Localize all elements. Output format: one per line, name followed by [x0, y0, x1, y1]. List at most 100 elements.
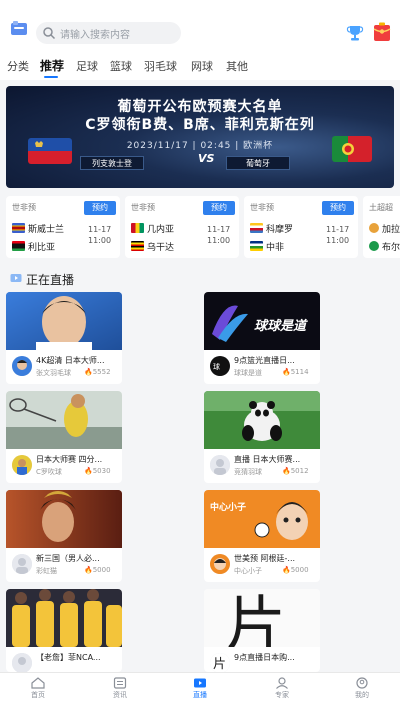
reserve-button[interactable]: 预约 — [84, 201, 116, 215]
galatasaray-badge-icon — [369, 223, 379, 233]
fire-icon: 🔥 — [84, 467, 93, 475]
svg-text:球: 球 — [213, 362, 220, 371]
search-input[interactable]: 请输入搜索内容 — [36, 22, 181, 44]
tab-other[interactable]: 其他 — [226, 58, 248, 74]
home-team: 斯威士兰 — [12, 222, 64, 235]
streamer-avatar[interactable]: 片 — [210, 653, 230, 672]
profile-icon — [356, 677, 368, 689]
nav-live[interactable]: 直播 — [180, 677, 220, 700]
streamer-avatar[interactable] — [210, 554, 230, 574]
fire-icon: 🔥 — [84, 566, 93, 574]
streamer-avatar[interactable] — [12, 455, 32, 475]
banner-vs: VS — [198, 152, 215, 165]
reserve-button[interactable]: 预约 — [203, 201, 235, 215]
streamer-avatar[interactable] — [210, 455, 230, 475]
banner-headline-2: C罗领衔B费、B席、菲利克斯在列 — [85, 117, 315, 133]
category-tabs: 分类 推荐 足球 篮球 羽毛球 网球 其他 — [0, 54, 400, 80]
match-category: 世非预 — [12, 203, 36, 212]
category-grid-icon[interactable] — [10, 20, 28, 36]
stream-thumbnail — [6, 391, 122, 449]
stream-title: 日本大师赛 四分... — [36, 455, 103, 464]
guinea-flag-icon — [131, 223, 144, 233]
stream-title: 9点篮光直播日... — [234, 356, 295, 365]
live-stream-card[interactable]: 球球是道 球 9点篮光直播日... 球球是道 🔥5114 — [204, 292, 320, 384]
nav-expert[interactable]: 专家 — [262, 677, 302, 700]
stream-author: 彩虹猫 — [36, 567, 57, 575]
portugal-flag-icon — [332, 136, 372, 162]
match-category: 世非预 — [131, 203, 155, 212]
live-section-title: 正在直播 — [26, 273, 75, 287]
tab-classify[interactable]: 分类 — [7, 58, 29, 74]
stream-author: C罗吹球 — [36, 468, 62, 476]
live-stream-card[interactable]: 【老詹】菲NCA... — [6, 589, 122, 672]
stream-thumbnail — [6, 589, 122, 647]
stream-title: 4K超清 日本大师... — [36, 356, 105, 365]
away-team: 乌干达 — [131, 240, 174, 253]
central-african-flag-icon — [250, 241, 263, 251]
nav-home[interactable]: 首页 — [18, 677, 58, 700]
streamer-avatar[interactable] — [12, 653, 32, 672]
stream-thumbnail — [6, 292, 122, 350]
search-placeholder: 请输入搜索内容 — [60, 30, 130, 41]
live-tv-icon — [10, 274, 22, 282]
tab-basketball[interactable]: 篮球 — [110, 58, 132, 74]
stream-title: 直播 日本大师赛... — [234, 455, 301, 464]
search-icon — [43, 27, 56, 40]
banner-headline-1: 葡萄开公布欧预赛大名单 — [117, 99, 283, 115]
tab-tennis[interactable]: 网球 — [191, 58, 213, 74]
top-bar: 请输入搜索内容 — [0, 0, 400, 54]
fire-icon: 🔥 — [282, 368, 291, 376]
streamer-avatar[interactable]: 球 — [210, 356, 230, 376]
live-stream-card[interactable]: 新三国（男人必... 彩虹猫 🔥5000 — [6, 490, 122, 582]
stream-heat: 🔥5114 — [282, 368, 309, 376]
away-team: 利比亚 — [12, 240, 55, 253]
active-tab-indicator — [44, 76, 58, 78]
streamer-avatar[interactable] — [12, 356, 32, 376]
news-banner[interactable]: 葡萄开公布欧预赛大名单 C罗领衔B费、B席、菲利克斯在列 2023/11/17 … — [6, 86, 394, 188]
reserve-button[interactable]: 预约 — [322, 201, 354, 215]
liechtenstein-flag-icon — [28, 138, 72, 164]
nav-news[interactable]: 资讯 — [100, 677, 140, 700]
match-category: 世非预 — [250, 203, 274, 212]
uganda-flag-icon — [131, 241, 144, 251]
svg-text:片: 片 — [213, 657, 226, 672]
news-icon — [113, 677, 127, 689]
nav-profile[interactable]: 我的 — [342, 677, 382, 700]
live-stream-card[interactable]: 4K超清 日本大师... 张文羽毛球 🔥5552 — [6, 292, 122, 384]
home-icon — [31, 677, 45, 689]
match-card[interactable]: 世非预 预约 斯威士兰 利比亚 11-17 11:00 — [6, 196, 120, 258]
stream-heat: 🔥5552 — [84, 368, 111, 376]
fire-icon: 🔥 — [282, 566, 291, 574]
streamer-avatar[interactable] — [12, 554, 32, 574]
match-category: 土超超 — [369, 203, 393, 212]
live-stream-card[interactable]: 直播 日本大师赛... 竞猜羽球 🔥5012 — [204, 391, 320, 483]
stream-author: 中心小子 — [234, 567, 262, 575]
stream-thumbnail — [204, 391, 320, 449]
stream-thumbnail: 中心小子 — [204, 490, 320, 548]
live-stream-card[interactable]: 中心小子 世美预 阿根廷-... 中心小子 🔥5000 — [204, 490, 320, 582]
stream-author: 张文羽毛球 — [36, 369, 71, 377]
tab-recommend[interactable]: 推荐 — [40, 57, 64, 74]
match-card[interactable]: 世非预 预约 科摩罗 中非 11-17 11:00 — [244, 196, 358, 258]
red-envelope-icon[interactable] — [373, 22, 391, 42]
stream-thumbnail: 片 — [204, 589, 320, 647]
live-stream-card[interactable]: 片 片 9点直播日本购... — [204, 589, 320, 672]
stream-author: 竞猜羽球 — [234, 468, 262, 476]
live-stream-card[interactable]: 日本大师赛 四分... C罗吹球 🔥5030 — [6, 391, 122, 483]
match-card[interactable]: 世非预 预约 几内亚 乌干达 11-17 11:00 — [125, 196, 239, 258]
home-team: 科摩罗 — [250, 222, 293, 235]
libya-flag-icon — [12, 241, 25, 251]
trophy-icon[interactable] — [346, 24, 364, 42]
comoros-flag-icon — [250, 223, 263, 233]
match-time: 11:00 — [88, 236, 112, 245]
eswatini-flag-icon — [12, 223, 25, 233]
thumb-logo-text: 球球是道 — [254, 318, 308, 334]
match-date: 11-17 — [207, 225, 231, 234]
home-team: 加拉 — [369, 222, 400, 235]
match-card[interactable]: 土超超 加拉 布尔 — [363, 196, 400, 258]
tab-football[interactable]: 足球 — [76, 58, 98, 74]
tab-badminton[interactable]: 羽毛球 — [144, 58, 177, 74]
stream-heat: 🔥5030 — [84, 467, 111, 475]
expert-icon — [276, 677, 288, 689]
stream-heat: 🔥5000 — [84, 566, 111, 574]
